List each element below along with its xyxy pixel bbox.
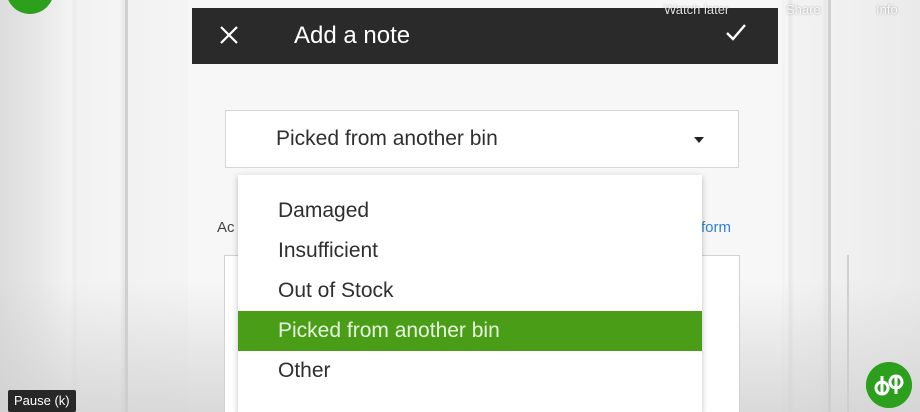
pause-tooltip: Pause (k) (8, 390, 76, 412)
quickbooks-logo-icon (866, 362, 912, 408)
page-title: Add a note (294, 22, 411, 49)
check-icon[interactable] (724, 20, 748, 44)
reason-select[interactable]: Picked from another bin (225, 110, 739, 168)
dropdown-option-other[interactable]: Other (238, 351, 702, 391)
share-button[interactable]: Share (786, 2, 821, 17)
dropdown-option-picked-from-another-bin[interactable]: Picked from another bin (238, 311, 702, 351)
dropdown-option-out-of-stock[interactable]: Out of Stock (238, 271, 702, 311)
field-label-partial: Ac (217, 219, 235, 236)
dropdown-option-insufficient[interactable]: Insufficient (238, 231, 702, 271)
watch-later-button[interactable]: Watch later (664, 2, 729, 17)
reason-dropdown-menu: Damaged Insufficient Out of Stock Picked… (238, 175, 702, 412)
form-link-partial[interactable]: form (701, 219, 731, 236)
info-button[interactable]: Info (876, 2, 898, 17)
caret-down-icon (694, 137, 704, 143)
close-icon[interactable] (216, 22, 242, 48)
dropdown-option-damaged[interactable]: Damaged (238, 191, 702, 231)
select-value: Picked from another bin (276, 127, 498, 150)
